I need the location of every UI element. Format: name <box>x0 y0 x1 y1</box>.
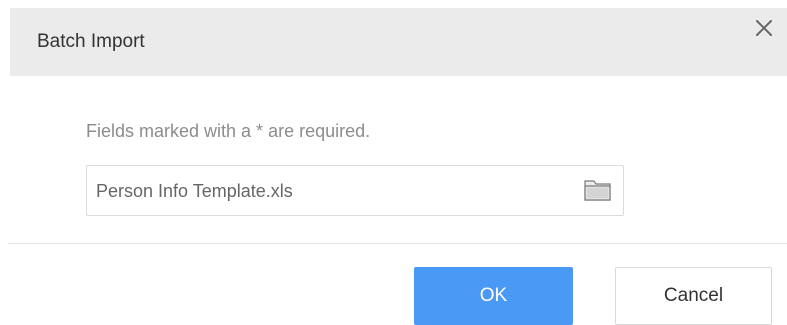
file-name-value: Person Info Template.xls <box>96 181 293 201</box>
dialog-header: Batch Import <box>10 8 787 76</box>
folder-icon[interactable] <box>583 177 613 203</box>
required-fields-hint: Fields marked with a * are required. <box>86 121 371 141</box>
batch-import-dialog: Batch Import Fields marked with a * are … <box>0 0 787 325</box>
footer-divider <box>8 243 787 244</box>
file-select-field[interactable]: Person Info Template.xls <box>86 165 624 216</box>
ok-button[interactable]: OK <box>414 267 573 325</box>
dialog-title: Batch Import <box>37 31 145 52</box>
cancel-button[interactable]: Cancel <box>615 267 772 325</box>
close-icon[interactable] <box>749 13 779 43</box>
